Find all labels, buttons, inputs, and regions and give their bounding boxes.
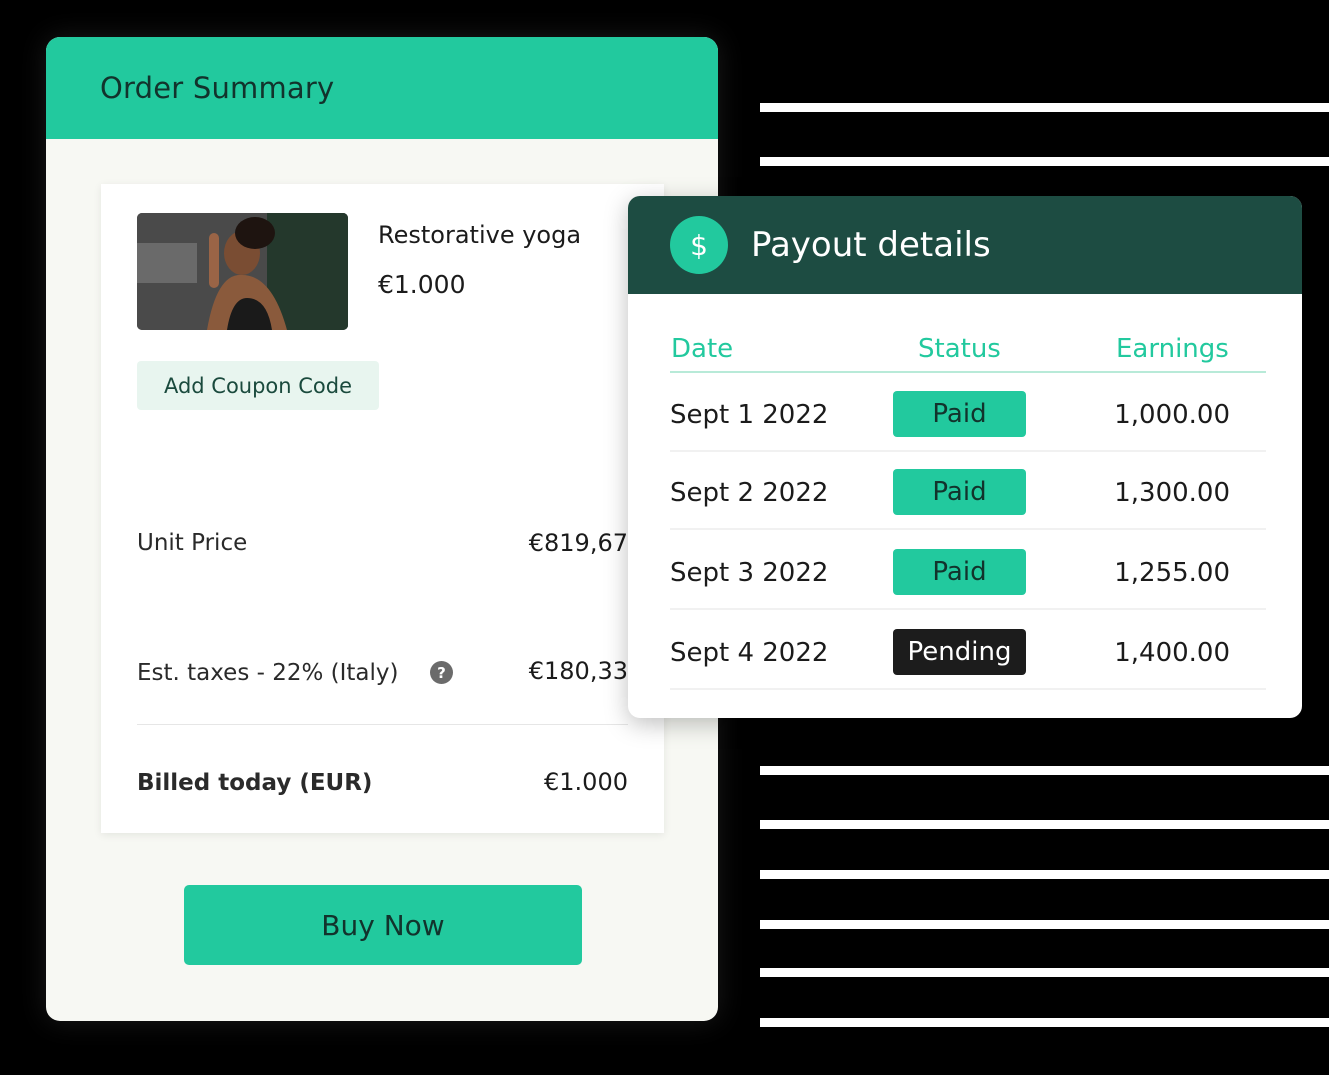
status-badge: Paid — [893, 469, 1026, 515]
unit-price-value: €819,67 — [528, 529, 628, 557]
order-summary-title: Order Summary — [100, 71, 335, 105]
buy-now-button[interactable]: Buy Now — [184, 885, 582, 965]
column-header-date: Date — [671, 334, 734, 364]
taxes-value: €180,33 — [528, 657, 628, 685]
decor-stripe — [760, 766, 1329, 775]
payout-title: Payout details — [751, 225, 991, 265]
status-badge: Paid — [893, 391, 1026, 437]
payout-details-card: $ Payout details Date Status Earnings Se… — [628, 196, 1302, 718]
table-row: Sept 1 2022 Paid 1,000.00 — [670, 374, 1266, 452]
table-row: Sept 3 2022 Paid 1,255.00 — [670, 532, 1266, 610]
row-earnings: 1,255.00 — [1114, 558, 1230, 588]
divider — [137, 724, 628, 725]
payout-header: $ Payout details — [628, 196, 1302, 294]
order-item-box: Restorative yoga €1.000 Add Coupon Code … — [101, 184, 664, 833]
taxes-label: Est. taxes - 22% (Italy) — [137, 660, 399, 686]
order-summary-header: Order Summary — [46, 37, 718, 139]
header-underline — [670, 371, 1266, 373]
column-header-earnings: Earnings — [1116, 334, 1229, 364]
row-earnings: 1,300.00 — [1114, 478, 1230, 508]
stage: Order Summary Restorative yoga €1.000 Ad… — [0, 0, 1329, 1075]
decor-stripe — [760, 920, 1329, 929]
row-date: Sept 2 2022 — [670, 478, 829, 508]
add-coupon-button[interactable]: Add Coupon Code — [137, 361, 379, 410]
help-icon[interactable]: ? — [430, 661, 453, 684]
product-price: €1.000 — [378, 270, 466, 299]
table-row: Sept 2 2022 Paid 1,300.00 — [670, 452, 1266, 530]
yoga-photo-illustration — [137, 213, 348, 330]
decor-stripe — [760, 157, 1329, 166]
billed-today-label: Billed today (EUR) — [137, 770, 373, 796]
order-summary-card: Order Summary Restorative yoga €1.000 Ad… — [46, 37, 718, 1021]
column-header-status: Status — [918, 334, 1001, 364]
row-date: Sept 3 2022 — [670, 558, 829, 588]
row-date: Sept 1 2022 — [670, 400, 829, 430]
decor-stripe — [760, 968, 1329, 977]
billed-today-value: €1.000 — [544, 768, 628, 796]
status-badge: Pending — [893, 629, 1026, 675]
product-name: Restorative yoga — [378, 221, 582, 249]
unit-price-label: Unit Price — [137, 530, 248, 556]
row-earnings: 1,400.00 — [1114, 638, 1230, 668]
decor-stripe — [760, 820, 1329, 829]
row-date: Sept 4 2022 — [670, 638, 829, 668]
decor-stripe — [760, 870, 1329, 879]
product-image — [137, 213, 348, 330]
decor-stripe — [760, 103, 1329, 112]
dollar-icon: $ — [670, 216, 728, 274]
row-earnings: 1,000.00 — [1114, 400, 1230, 430]
status-badge: Paid — [893, 549, 1026, 595]
table-row: Sept 4 2022 Pending 1,400.00 — [670, 612, 1266, 690]
decor-stripe — [760, 1018, 1329, 1027]
